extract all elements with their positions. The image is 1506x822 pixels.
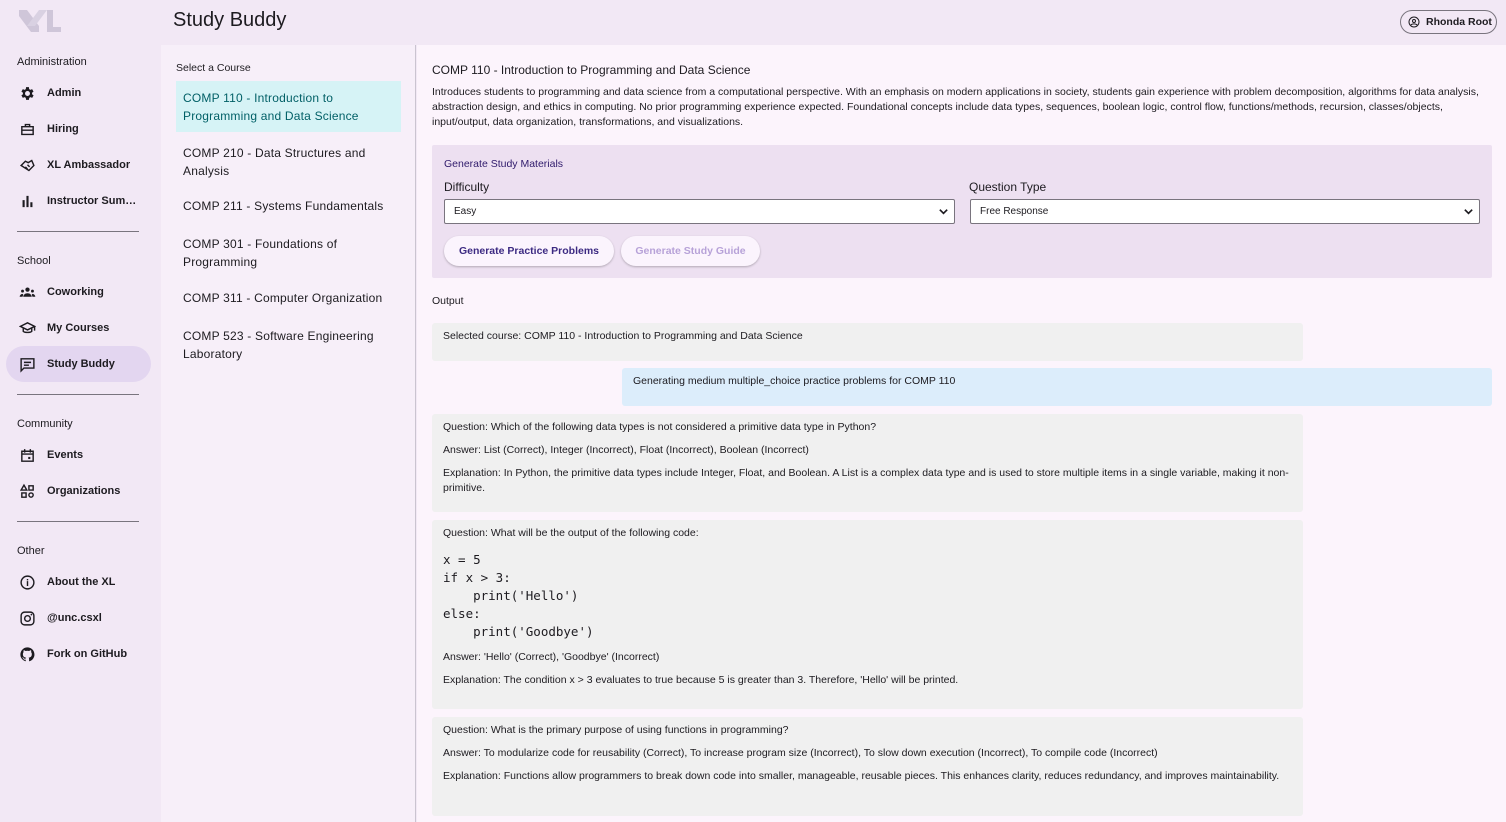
question-text: Question: What will be the output of the… <box>443 527 699 539</box>
handshake-icon <box>17 155 37 175</box>
nav-item-hiring[interactable]: Hiring <box>6 111 151 147</box>
code-block: x = 5 if x > 3: print('Hello') else: pri… <box>443 552 594 639</box>
nav-section-administration: Administration <box>17 56 87 68</box>
status-message: Generating medium multiple_choice practi… <box>622 368 1492 406</box>
generate-practice-problems-button[interactable]: Generate Practice Problems <box>444 236 614 266</box>
user-profile-button[interactable]: Rhonda Root <box>1400 10 1497 34</box>
nav-label-study-buddy: Study Buddy <box>47 358 115 370</box>
course-item-comp110[interactable]: COMP 110 - Introduction to Programming a… <box>176 81 401 132</box>
answer-text: Answer: 'Hello' (Correct), 'Goodbye' (In… <box>443 651 660 663</box>
output-label: Output <box>432 295 464 307</box>
xl-logo[interactable] <box>17 8 61 34</box>
question-type-select[interactable]: Free Response <box>970 199 1480 224</box>
category-icon <box>17 481 37 501</box>
question-type-value: Free Response <box>980 206 1049 217</box>
nav-item-instagram[interactable]: @unc.csxl <box>6 600 151 636</box>
nav-label-about: About the XL <box>47 576 116 588</box>
nav-label-organizations: Organizations <box>47 485 121 497</box>
nav-divider <box>17 394 139 395</box>
course-item-comp210[interactable]: COMP 210 - Data Structures and Analysis <box>176 136 401 187</box>
course-item-comp301[interactable]: COMP 301 - Foundations of Programming <box>176 227 401 278</box>
github-icon <box>17 644 37 664</box>
generate-study-guide-button[interactable]: Generate Study Guide <box>621 236 760 266</box>
course-list-panel: Select a Course COMP 110 - Introduction … <box>161 45 416 822</box>
explanation-text: Explanation: In Python, the primitive da… <box>443 467 1289 494</box>
nav-label-hiring: Hiring <box>47 123 79 135</box>
nav-divider <box>17 231 139 232</box>
question-card: Question: Which of the following data ty… <box>432 414 1303 512</box>
selected-course-message: Selected course: COMP 110 - Introduction… <box>432 323 1303 361</box>
nav-section-school: School <box>17 255 51 267</box>
nav-item-admin[interactable]: Admin <box>6 75 151 111</box>
nav-label-coworking: Coworking <box>47 286 104 298</box>
account-circle-icon <box>1408 16 1420 28</box>
selected-course-text: Selected course: COMP 110 - Introduction… <box>443 330 803 342</box>
nav-item-events[interactable]: Events <box>6 437 151 473</box>
course-heading: COMP 110 - Introduction to Programming a… <box>432 63 751 77</box>
nav-label-my-courses: My Courses <box>47 322 110 334</box>
nav-item-about[interactable]: About the XL <box>6 564 151 600</box>
question-card: Question: What is the primary purpose of… <box>432 717 1303 816</box>
page-title: Study Buddy <box>173 9 287 31</box>
nav-item-organizations[interactable]: Organizations <box>6 473 151 509</box>
course-item-comp311[interactable]: COMP 311 - Computer Organization <box>176 283 401 313</box>
groups-icon <box>17 282 37 302</box>
briefcase-icon <box>17 119 37 139</box>
chat-icon <box>17 354 37 374</box>
main-content: COMP 110 - Introduction to Programming a… <box>417 45 1506 822</box>
nav-label-events: Events <box>47 449 84 461</box>
course-list-title: Select a Course <box>176 62 251 74</box>
nav-label-instagram: @unc.csxl <box>47 612 102 624</box>
generate-study-materials-card: Generate Study Materials Difficulty Easy… <box>432 145 1492 278</box>
calendar-icon <box>17 445 37 465</box>
nav-item-coworking[interactable]: Coworking <box>6 274 151 310</box>
nav-label-xl-ambassador: XL Ambassador <box>47 159 131 171</box>
course-item-comp211[interactable]: COMP 211 - Systems Fundamentals <box>176 191 401 221</box>
question-type-label: Question Type <box>969 180 1047 194</box>
difficulty-label: Difficulty <box>444 180 490 194</box>
nav-item-my-courses[interactable]: My Courses <box>6 310 151 346</box>
bar-chart-icon <box>17 191 37 211</box>
nav-item-github[interactable]: Fork on GitHub <box>6 636 151 672</box>
answer-text: Answer: List (Correct), Integer (Incorre… <box>443 444 809 456</box>
course-description: Introduces students to programming and d… <box>432 86 1479 128</box>
question-text: Question: Which of the following data ty… <box>443 421 877 433</box>
question-text: Question: What is the primary purpose of… <box>443 724 789 736</box>
nav-label-admin: Admin <box>47 87 82 99</box>
difficulty-select[interactable]: Easy <box>444 199 955 224</box>
nav-divider <box>17 521 139 522</box>
user-name: Rhonda Root <box>1426 16 1492 28</box>
generate-card-title: Generate Study Materials <box>444 158 564 170</box>
chevron-down-icon <box>1464 209 1473 215</box>
answer-text: Answer: To modularize code for reusabili… <box>443 747 1158 759</box>
school-icon <box>17 318 37 338</box>
gear-icon <box>17 83 37 103</box>
question-card: Question: What will be the output of the… <box>432 520 1303 709</box>
nav-section-community: Community <box>17 418 73 430</box>
instagram-icon <box>17 608 37 628</box>
sidebar: Administration Admin Hiring XL Ambassado… <box>0 0 161 822</box>
nav-label-github: Fork on GitHub <box>47 648 128 660</box>
nav-item-instructor-summary[interactable]: Instructor Summ... <box>6 183 151 219</box>
nav-section-other: Other <box>17 545 45 557</box>
explanation-text: Explanation: Functions allow programmers… <box>443 770 1280 782</box>
info-icon <box>17 572 37 592</box>
chevron-down-icon <box>939 209 948 215</box>
nav-item-study-buddy[interactable]: Study Buddy <box>6 346 151 382</box>
nav-item-xl-ambassador[interactable]: XL Ambassador <box>6 147 151 183</box>
course-item-comp523[interactable]: COMP 523 - Software Engineering Laborato… <box>176 319 401 370</box>
nav-label-instructor-summary: Instructor Summ... <box>47 195 142 207</box>
explanation-text: Explanation: The condition x > 3 evaluat… <box>443 674 959 686</box>
status-text: Generating medium multiple_choice practi… <box>633 375 956 387</box>
difficulty-value: Easy <box>454 206 477 217</box>
